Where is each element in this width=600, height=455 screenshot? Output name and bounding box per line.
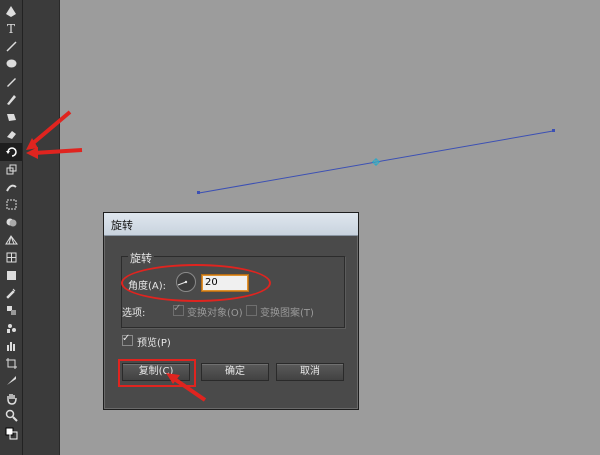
artboard-tool-button[interactable] <box>0 354 22 372</box>
anchor-point-start[interactable] <box>197 191 200 194</box>
warp-tool-icon <box>5 184 17 191</box>
mesh-tool-icon <box>6 252 16 263</box>
shape-builder-tool-icon <box>6 218 16 227</box>
annotation-ellipse <box>121 264 271 302</box>
paintbrush-tool-icon <box>6 77 16 87</box>
zoom-tool-button[interactable] <box>0 407 22 425</box>
artboard-tool-icon <box>5 357 17 369</box>
pen-tool-icon <box>5 5 16 17</box>
fill-stroke-swatch-icon <box>5 427 17 440</box>
rotation-origin-icon[interactable] <box>372 158 380 166</box>
scale-tool-icon <box>6 164 16 175</box>
pencil-tool-button[interactable] <box>0 90 22 108</box>
ok-button[interactable]: 确定 <box>201 363 269 381</box>
symbol-sprayer-tool-icon <box>6 324 16 334</box>
hand-tool-button[interactable] <box>0 389 22 407</box>
blob-brush-tool-button[interactable] <box>0 108 22 126</box>
annotation-rectangle <box>118 359 196 387</box>
options-label: 选项: <box>122 308 146 319</box>
eraser-tool-icon <box>6 130 16 139</box>
line-tool-button[interactable] <box>0 37 22 55</box>
ellipse-tool-button[interactable] <box>0 55 22 73</box>
dialog-title: 旋转 <box>111 219 133 232</box>
gradient-tool-button[interactable] <box>0 266 22 284</box>
warp-tool-button[interactable] <box>0 178 22 196</box>
rotate-tool-icon <box>5 147 17 158</box>
gradient-tool-icon <box>6 270 16 280</box>
perspective-grid-tool-button[interactable] <box>0 231 22 249</box>
column-graph-tool-icon <box>6 341 15 351</box>
tools-panel: T <box>0 0 23 455</box>
paintbrush-tool-button[interactable] <box>0 72 22 90</box>
blend-tool-button[interactable] <box>0 301 22 319</box>
fill-stroke-swatch-button[interactable] <box>0 424 22 442</box>
anchor-point-end[interactable] <box>552 129 555 132</box>
scale-tool-button[interactable] <box>0 160 22 178</box>
zoom-tool-icon <box>5 410 18 423</box>
slice-tool-icon <box>6 376 16 386</box>
type-tool-button[interactable]: T <box>0 20 22 38</box>
slice-tool-button[interactable] <box>0 372 22 390</box>
blob-brush-tool-icon <box>6 114 16 122</box>
eyedropper-tool-button[interactable] <box>0 284 22 302</box>
transform-patterns-label: 变换图案(T) <box>260 308 314 319</box>
cancel-button[interactable]: 取消 <box>276 363 344 381</box>
free-transform-tool-button[interactable] <box>0 196 22 214</box>
hand-tool-icon <box>6 393 17 405</box>
ellipse-tool-icon <box>6 59 16 68</box>
rotate-dialog: 旋转 旋转 角度(A): 20 选项: ✓ 变换对象(O) 变换图案(T) ✓ … <box>103 212 359 410</box>
type-tool-icon: T <box>7 22 15 35</box>
group-label: 旋转 <box>128 250 154 266</box>
eraser-tool-button[interactable] <box>0 125 22 143</box>
column-graph-tool-button[interactable] <box>0 336 22 354</box>
symbol-sprayer-tool-button[interactable] <box>0 319 22 337</box>
eyedropper-tool-icon <box>5 288 15 299</box>
pen-tool-button[interactable] <box>0 2 22 20</box>
dialog-titlebar[interactable]: 旋转 <box>104 213 358 236</box>
checkmark-icon: ✓ <box>122 333 131 344</box>
perspective-grid-tool-icon <box>4 235 18 245</box>
line-tool-icon <box>5 41 17 52</box>
toolbar-side-strip <box>23 0 60 455</box>
transform-patterns-checkbox[interactable] <box>246 305 257 316</box>
svg-text:T: T <box>7 22 15 35</box>
blend-tool-icon <box>6 305 16 315</box>
rotate-tool-button[interactable] <box>0 142 22 161</box>
mesh-tool-button[interactable] <box>0 248 22 266</box>
checkmark-icon: ✓ <box>173 303 182 314</box>
pencil-tool-icon <box>6 94 16 105</box>
transform-objects-label: 变换对象(O) <box>187 308 243 319</box>
preview-label: 预览(P) <box>137 338 171 349</box>
free-transform-tool-icon <box>6 199 16 210</box>
shape-builder-tool-button[interactable] <box>0 213 22 231</box>
